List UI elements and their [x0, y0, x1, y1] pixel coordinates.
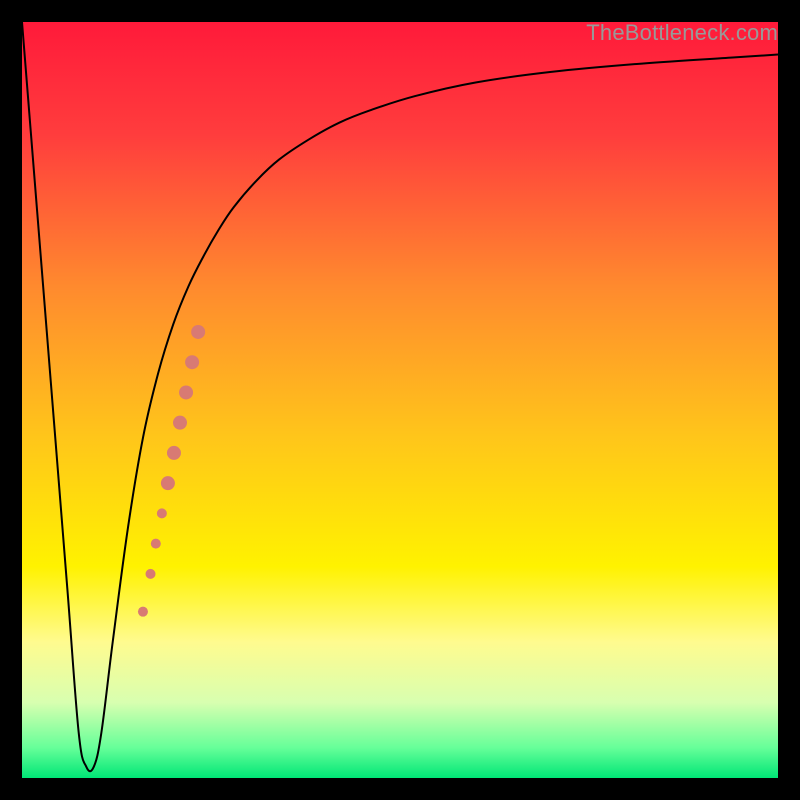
marker-point	[191, 325, 205, 339]
marker-point	[173, 416, 187, 430]
marker-point	[146, 569, 156, 579]
chart-container: TheBottleneck.com	[0, 0, 800, 800]
chart-svg	[22, 22, 778, 778]
plot-area	[22, 22, 778, 778]
gradient-background	[22, 22, 778, 778]
marker-point	[167, 446, 181, 460]
marker-point	[151, 539, 161, 549]
watermark-text: TheBottleneck.com	[586, 20, 778, 46]
marker-point	[185, 355, 199, 369]
marker-point	[161, 476, 175, 490]
marker-point	[157, 508, 167, 518]
marker-point	[179, 385, 193, 399]
marker-point	[138, 607, 148, 617]
